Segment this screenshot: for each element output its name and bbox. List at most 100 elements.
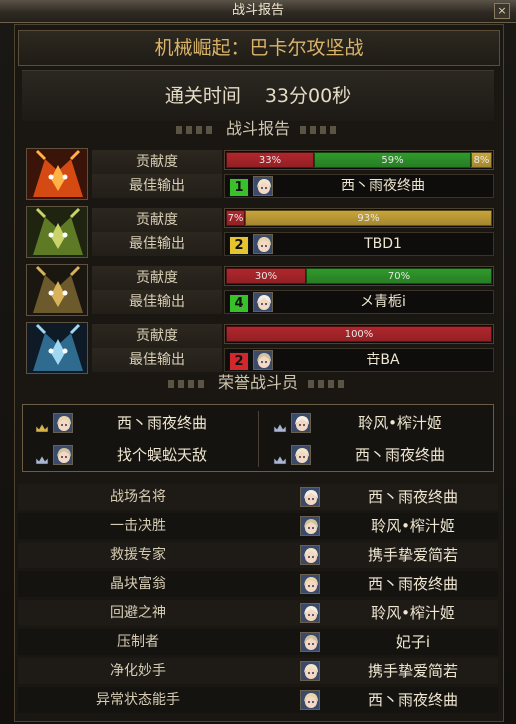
award-title: 净化妙手 bbox=[110, 663, 166, 679]
award-title: 晶块富翁 bbox=[110, 576, 166, 592]
award-row: 一击决胜 聆风•榨汁姬 bbox=[18, 513, 498, 539]
ice-dragon-icon bbox=[26, 322, 88, 374]
contribution-segment: 59% bbox=[314, 152, 471, 168]
contribution-bar: 30% 70% bbox=[224, 266, 494, 286]
honor-divider bbox=[258, 411, 259, 467]
contribution-segment: 8% bbox=[471, 152, 492, 168]
battle-report-title: 战斗报告 bbox=[225, 119, 290, 138]
boss-row: 贡献度 最佳输出 33% 59% 8% 1 西丶雨夜终曲 bbox=[26, 148, 496, 200]
award-winner-name: 西丶雨夜终曲 bbox=[367, 691, 458, 709]
earth-dragon-icon bbox=[26, 206, 88, 258]
best-dps-box: 2 卋BA bbox=[224, 348, 494, 372]
avatar bbox=[53, 445, 73, 465]
dark-dragon-icon bbox=[26, 264, 88, 316]
avatar bbox=[253, 234, 273, 254]
avatar bbox=[300, 603, 320, 623]
award-title: 一击决胜 bbox=[110, 518, 166, 534]
contribution-label: 贡献度 bbox=[92, 150, 222, 174]
honor-member[interactable]: 找个蜈蚣天敌 bbox=[25, 441, 247, 469]
award-winner-name: 西丶雨夜终曲 bbox=[367, 488, 458, 506]
silver-crown-icon bbox=[273, 418, 287, 433]
boss-row: 贡献度 最佳输出 7% 93% 2 TBD1 bbox=[26, 206, 496, 258]
award-row: 救援专家 携手挚爱简若 bbox=[18, 542, 498, 568]
award-winner-name: 西丶雨夜终曲 bbox=[367, 575, 458, 593]
avatar bbox=[300, 574, 320, 594]
honor-member[interactable]: 西丶雨夜终曲 bbox=[263, 441, 485, 469]
award-row: 净化妙手 携手挚爱简若 bbox=[18, 658, 498, 684]
contribution-segment: 70% bbox=[306, 268, 492, 284]
avatar bbox=[300, 516, 320, 536]
fire-dragon-icon bbox=[26, 148, 88, 200]
avatar bbox=[300, 690, 320, 710]
contribution-bar: 100% bbox=[224, 324, 494, 344]
award-title: 回避之神 bbox=[110, 605, 166, 621]
rank-badge: 1 bbox=[229, 178, 249, 197]
avatar bbox=[253, 350, 273, 370]
heading-ornament-right bbox=[300, 125, 340, 134]
gold-crown-icon bbox=[35, 418, 49, 433]
best-dps-name: TBD1 bbox=[364, 236, 402, 252]
best-dps-box: 1 西丶雨夜终曲 bbox=[224, 174, 494, 198]
avatar bbox=[291, 445, 311, 465]
award-winner-name: 携手挚爱简若 bbox=[367, 662, 458, 680]
rank-badge: 4 bbox=[229, 294, 249, 313]
contribution-segment: 7% bbox=[226, 210, 245, 226]
award-row: 回避之神 聆风•榨汁姬 bbox=[18, 600, 498, 626]
award-row: 晶块富翁 西丶雨夜终曲 bbox=[18, 571, 498, 597]
avatar bbox=[253, 176, 273, 196]
best-dps-box: 4 メ青栀i bbox=[224, 290, 494, 314]
honor-members-box: 西丶雨夜终曲 聆风•榨汁姬 找个蜈蚣天敌 西丶雨夜终曲 bbox=[22, 404, 494, 472]
heading-ornament-right bbox=[308, 379, 348, 388]
avatar bbox=[300, 545, 320, 565]
best-dps-label: 最佳输出 bbox=[92, 232, 222, 256]
award-title: 救援专家 bbox=[110, 547, 166, 563]
honor-member-name: 找个蜈蚣天敌 bbox=[116, 446, 207, 464]
honor-heading: 荣誉战斗员 bbox=[22, 372, 494, 394]
honor-member[interactable]: 聆风•榨汁姬 bbox=[263, 409, 485, 437]
rank-badge: 2 bbox=[229, 352, 249, 371]
boss-row: 贡献度 最佳输出 30% 70% 4 メ青栀i bbox=[26, 264, 496, 316]
avatar bbox=[253, 292, 273, 312]
contribution-label: 贡献度 bbox=[92, 324, 222, 348]
contribution-bar: 33% 59% 8% bbox=[224, 150, 494, 170]
silver-crown-icon bbox=[273, 450, 287, 465]
honor-member[interactable]: 西丶雨夜终曲 bbox=[25, 409, 247, 437]
honor-member-name: 西丶雨夜终曲 bbox=[116, 414, 207, 432]
clear-time-value: 33分00秒 bbox=[264, 85, 352, 107]
close-button[interactable]: × bbox=[494, 3, 510, 19]
avatar bbox=[300, 661, 320, 681]
best-dps-label: 最佳输出 bbox=[92, 174, 222, 198]
best-dps-name: 西丶雨夜终曲 bbox=[341, 178, 425, 194]
honor-title: 荣誉战斗员 bbox=[217, 373, 298, 392]
award-winner-name: 妃子i bbox=[395, 633, 431, 651]
best-dps-box: 2 TBD1 bbox=[224, 232, 494, 256]
clear-time-label: 通关时间 bbox=[164, 85, 241, 107]
honor-member-name: 西丶雨夜终曲 bbox=[354, 446, 445, 464]
contribution-segment: 33% bbox=[226, 152, 314, 168]
award-winner-name: 聆风•榨汁姬 bbox=[371, 604, 455, 622]
contribution-label: 贡献度 bbox=[92, 208, 222, 232]
avatar bbox=[300, 487, 320, 507]
contribution-label: 贡献度 bbox=[92, 266, 222, 290]
award-title: 异常状态能手 bbox=[96, 692, 180, 708]
boss-row: 贡献度 最佳输出 100% 2 卋BA bbox=[26, 322, 496, 374]
contribution-bar: 7% 93% bbox=[224, 208, 494, 228]
mission-name: 机械崛起：巴卡尔攻坚战 bbox=[18, 30, 500, 66]
contribution-segment: 93% bbox=[245, 210, 492, 226]
award-title: 压制者 bbox=[117, 634, 159, 650]
heading-ornament-left bbox=[167, 379, 208, 388]
avatar bbox=[300, 632, 320, 652]
battle-report-window: 战斗报告 × 机械崛起：巴卡尔攻坚战 通关时间 33分00秒 战斗报告 贡献度 最佳… bbox=[0, 0, 516, 724]
award-winner-name: 携手挚爱简若 bbox=[367, 546, 458, 564]
award-row: 异常状态能手 西丶雨夜终曲 bbox=[18, 687, 498, 713]
heading-ornament-left bbox=[175, 125, 216, 134]
clear-time-bar: 通关时间 33分00秒 bbox=[22, 70, 494, 121]
window-titlebar[interactable]: 战斗报告 × bbox=[0, 0, 516, 23]
best-dps-label: 最佳输出 bbox=[92, 290, 222, 314]
award-title: 战场名将 bbox=[110, 489, 166, 505]
best-dps-name: 卋BA bbox=[366, 352, 400, 368]
silver-crown-icon bbox=[35, 450, 49, 465]
avatar bbox=[291, 413, 311, 433]
rank-badge: 2 bbox=[229, 236, 249, 255]
contribution-segment: 30% bbox=[226, 268, 306, 284]
